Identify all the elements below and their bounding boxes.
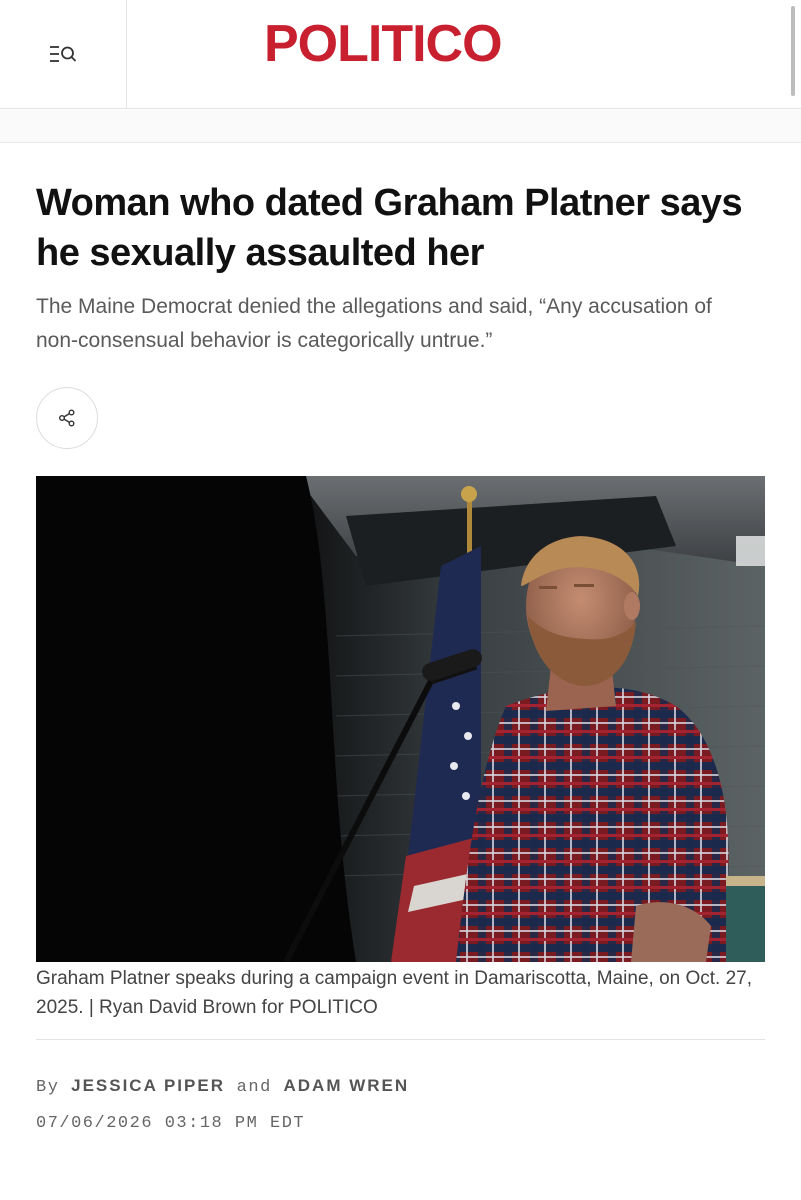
article-dek: The Maine Democrat denied the allegation…	[36, 295, 712, 352]
byline: By JESSICA PIPER and ADAM WREN	[36, 1076, 409, 1097]
site-header: POLITICO	[0, 0, 801, 109]
photo-caption: Graham Platner speaks during a campaign …	[36, 968, 753, 1018]
byline-prefix: By	[36, 1078, 60, 1097]
publish-timestamp: 07/06/2026 03:18 PM EDT	[36, 1114, 306, 1133]
article-headline: Woman who dated Graham Platner says he s…	[36, 182, 743, 274]
menu-search-icon	[50, 46, 77, 62]
scrollbar[interactable]	[791, 6, 795, 96]
share-button[interactable]	[36, 387, 98, 449]
author-link-jessica-piper[interactable]: JESSICA PIPER	[71, 1076, 225, 1095]
article-photo	[36, 476, 765, 962]
politico-logo[interactable]: POLITICO	[264, 14, 503, 74]
byline-conjunction: and	[236, 1078, 272, 1097]
author-link-adam-wren[interactable]: ADAM WREN	[283, 1076, 409, 1095]
caption-divider	[36, 1039, 765, 1040]
menu-search-button[interactable]	[0, 0, 127, 108]
share-icon	[59, 409, 75, 427]
header-divider-band	[0, 110, 801, 143]
